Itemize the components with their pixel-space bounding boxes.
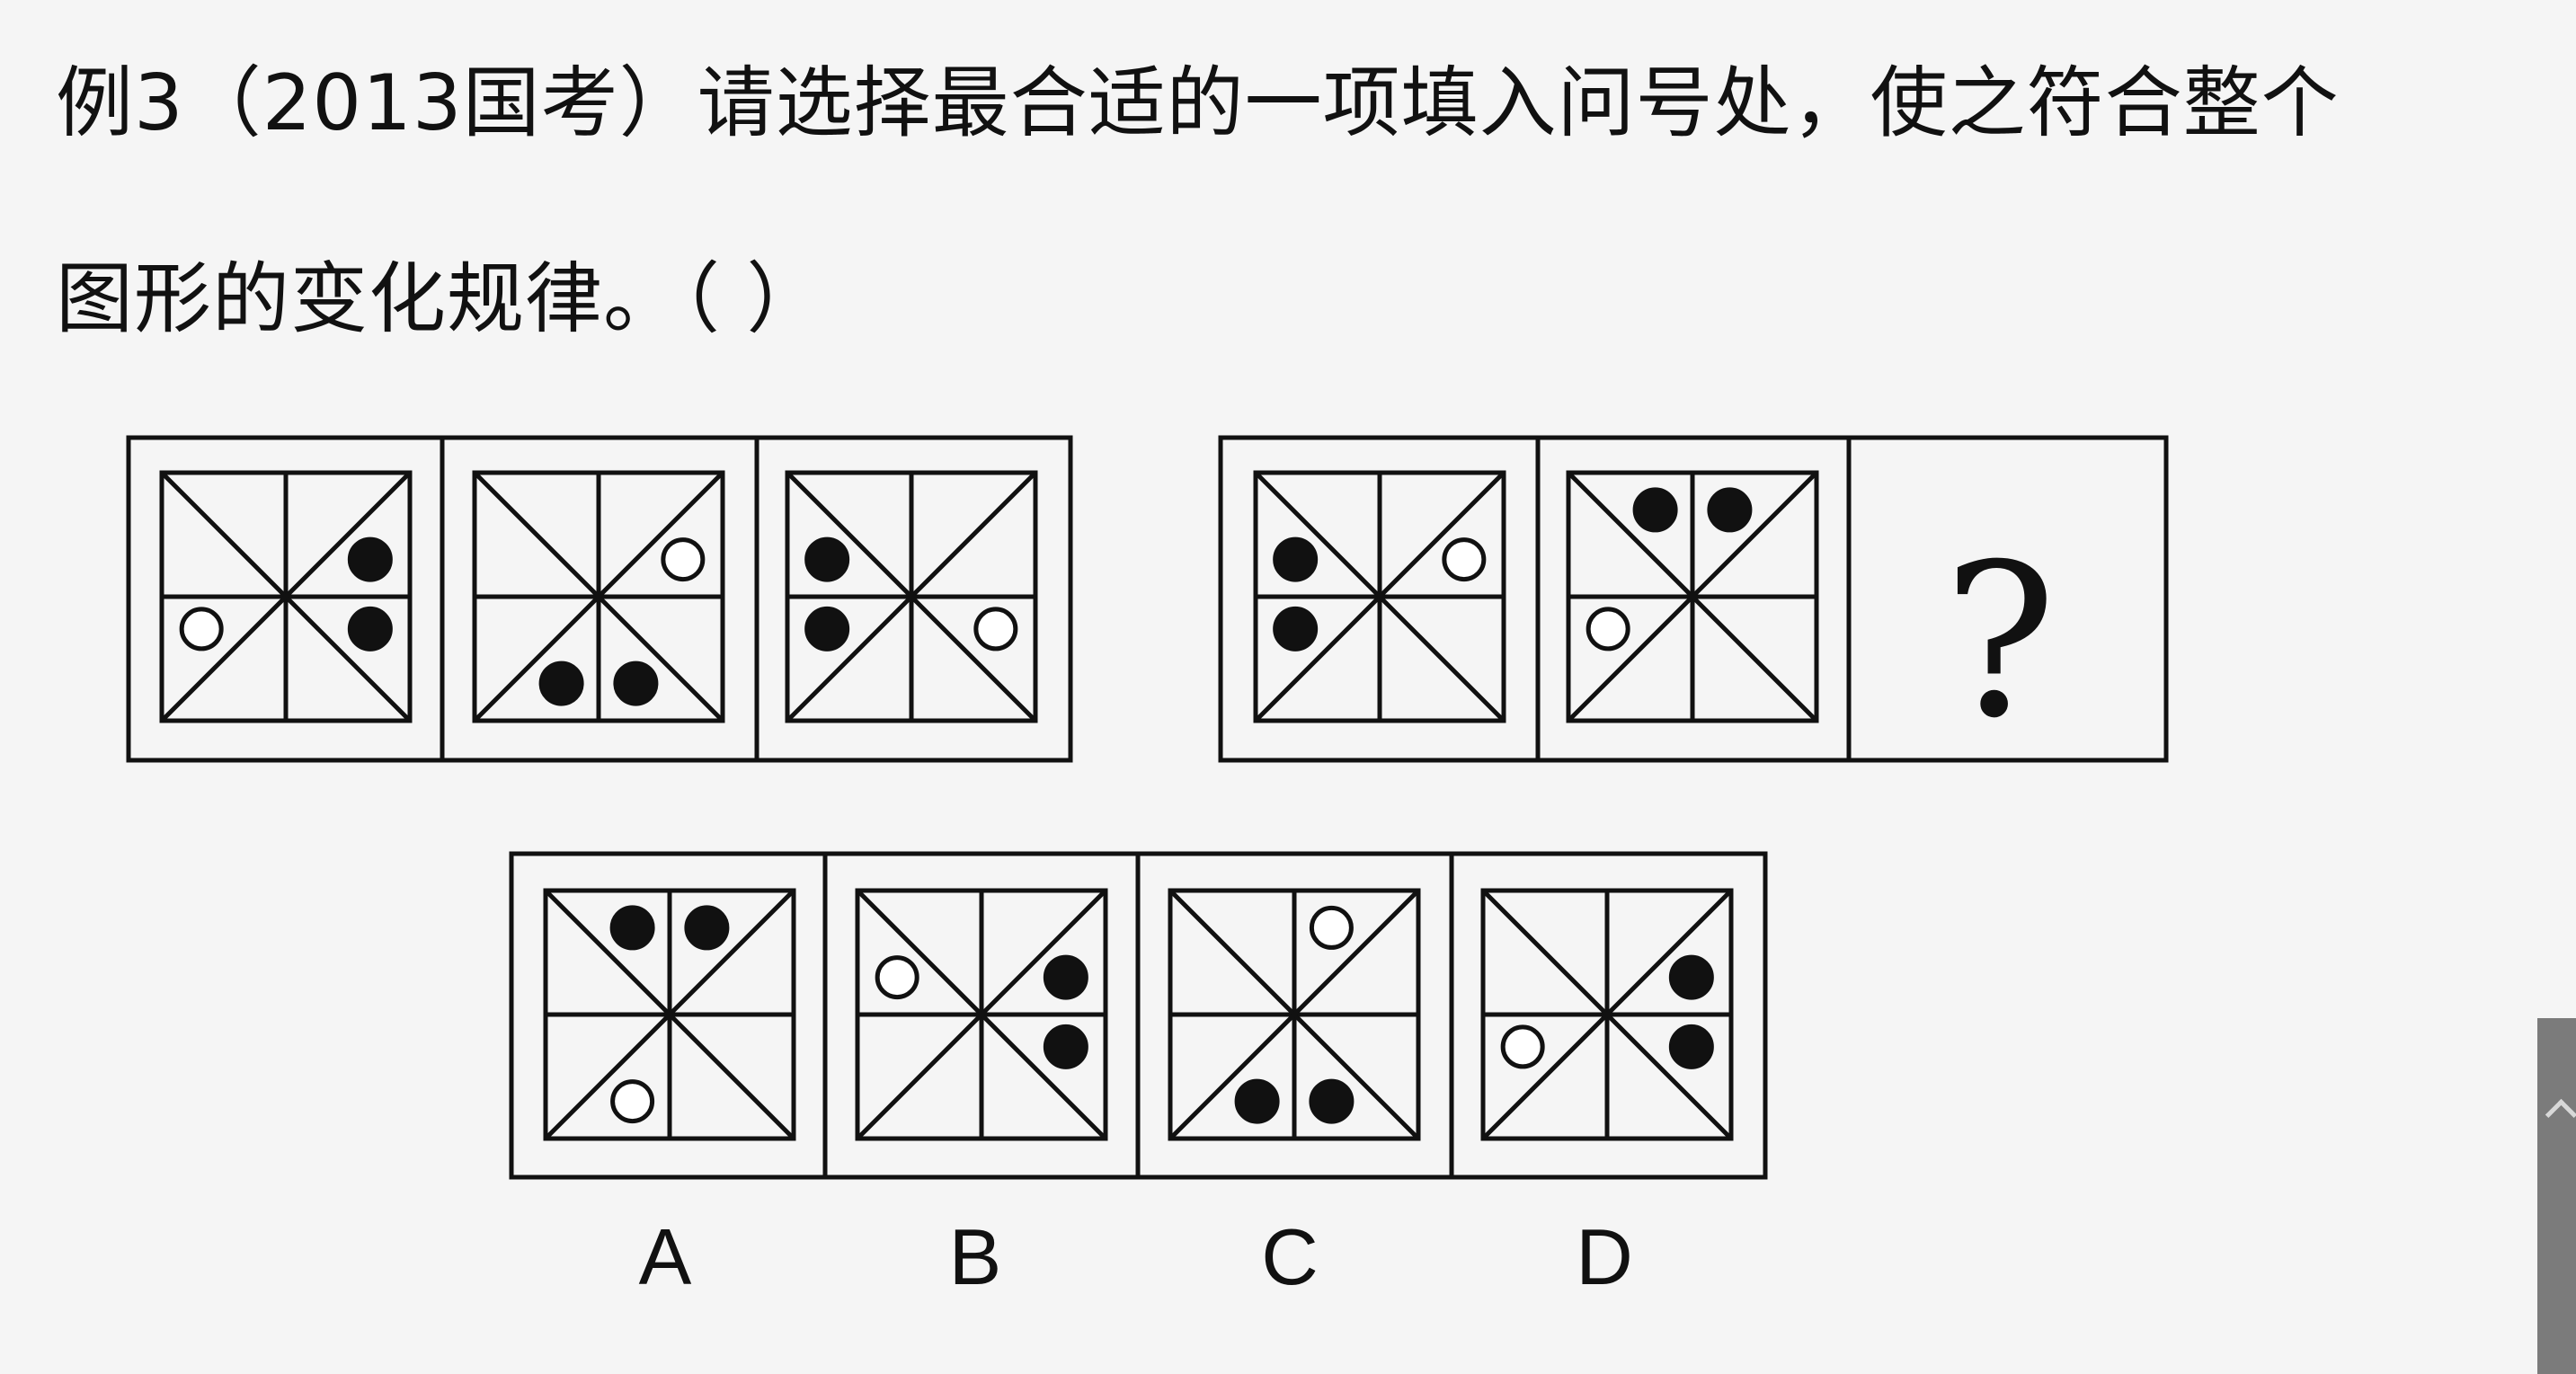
group1-figure-1 bbox=[159, 470, 413, 723]
puzzle-figures: ? bbox=[126, 435, 2169, 1180]
filled-dot bbox=[1234, 1078, 1280, 1124]
chevron-up-icon bbox=[2545, 1098, 2576, 1131]
filled-dot bbox=[1043, 1024, 1088, 1069]
answers-figure-4 bbox=[1480, 888, 1734, 1141]
filled-dot bbox=[1668, 1024, 1714, 1069]
unknown-figure-question-mark: ? bbox=[1943, 519, 2056, 765]
filled-dot bbox=[1309, 1078, 1355, 1124]
group1-figure-2 bbox=[472, 470, 725, 723]
filled-dot bbox=[1273, 606, 1319, 652]
filled-dot bbox=[347, 536, 393, 582]
filled-dot bbox=[804, 536, 850, 582]
filled-dot bbox=[613, 660, 659, 706]
filled-dot bbox=[609, 905, 655, 951]
hollow-dot bbox=[1586, 607, 1630, 652]
filled-dot bbox=[1668, 954, 1714, 1000]
answers-figure-2 bbox=[855, 888, 1108, 1141]
option-label-d[interactable]: D bbox=[1576, 1218, 1633, 1297]
side-scroll-tab[interactable] bbox=[2537, 1018, 2576, 1374]
hollow-dot bbox=[661, 537, 706, 582]
filled-dot bbox=[1632, 487, 1678, 533]
group1-figure-3 bbox=[785, 470, 1038, 723]
answers-figure-3 bbox=[1168, 888, 1421, 1141]
hollow-dot bbox=[179, 607, 224, 652]
hollow-dot bbox=[1500, 1024, 1545, 1069]
option-label-c[interactable]: C bbox=[1261, 1218, 1319, 1297]
hollow-dot bbox=[973, 607, 1018, 652]
option-label-b[interactable]: B bbox=[949, 1218, 1002, 1297]
filled-dot bbox=[804, 606, 850, 652]
hollow-dot bbox=[1309, 905, 1354, 950]
hollow-dot bbox=[875, 955, 919, 1000]
filled-dot bbox=[347, 606, 393, 652]
filled-dot bbox=[1273, 536, 1319, 582]
option-label-a[interactable]: A bbox=[639, 1218, 692, 1297]
figure-frames bbox=[126, 435, 2169, 1180]
filled-dot bbox=[538, 660, 584, 706]
hollow-dot bbox=[610, 1079, 655, 1124]
hollow-dot bbox=[1442, 537, 1487, 582]
filled-dot bbox=[1043, 954, 1088, 1000]
filled-dot bbox=[684, 905, 730, 951]
group2-figure-1 bbox=[1253, 470, 1506, 723]
group2-figure-2 bbox=[1566, 470, 1819, 723]
answers-figure-1 bbox=[543, 888, 796, 1141]
filled-dot bbox=[1707, 487, 1753, 533]
